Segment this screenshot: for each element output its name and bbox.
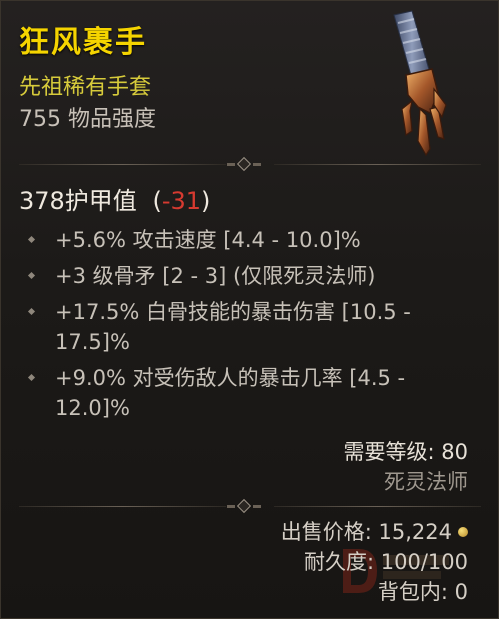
item-header: 狂风裹手 先祖稀有手套 755 物品强度	[19, 23, 379, 135]
bag-count: 背包内: 0	[377, 580, 468, 604]
armor-delta: -31	[161, 187, 202, 215]
armor-delta-open: (	[152, 187, 162, 215]
diamond-bullet-icon	[27, 373, 36, 382]
divider-tick	[253, 163, 261, 166]
affix-item: +9.0% 对受伤敌人的暴击几率 [4.5 - 12.0]%	[25, 363, 475, 423]
divider-tick	[227, 505, 235, 508]
sell-price: 出售价格: 15,224	[280, 520, 452, 544]
durability: 耐久度: 100/100	[304, 550, 468, 574]
diamond-bullet-icon	[27, 271, 36, 280]
item-power: 755 物品强度	[19, 107, 156, 132]
affix-text: +3 级骨矛 [2 - 3] (仅限死灵法师)	[55, 264, 376, 288]
item-type: 先祖稀有手套	[19, 75, 152, 100]
sell-price-row: 出售价格: 15,224	[281, 517, 468, 547]
divider-tick	[227, 163, 235, 166]
divider-line	[19, 164, 226, 165]
gold-coin-icon	[458, 527, 468, 537]
gauntlet-art	[393, 10, 447, 157]
divider-top	[19, 156, 481, 172]
divider-bottom	[19, 498, 481, 514]
affix-text: +5.6% 攻击速度 [4.4 - 10.0]%	[55, 228, 361, 252]
affix-item: +17.5% 白骨技能的暴击伤害 [10.5 - 17.5]%	[25, 297, 475, 357]
affix-item: +5.6% 攻击速度 [4.4 - 10.0]%	[25, 225, 475, 255]
armor-delta-close: )	[201, 187, 211, 215]
divider-line	[274, 164, 481, 165]
divider-tick	[253, 505, 261, 508]
affix-list: +5.6% 攻击速度 [4.4 - 10.0]% +3 级骨矛 [2 - 3] …	[25, 225, 475, 429]
item-name: 狂风裹手	[19, 25, 147, 60]
armor-label: 378护甲值	[19, 187, 137, 215]
armor-value: 378护甲值 (-31)	[19, 185, 210, 217]
divider-line	[19, 506, 226, 507]
diamond-ornament-icon	[236, 498, 252, 514]
required-class: 死灵法师	[384, 470, 468, 494]
diamond-bullet-icon	[27, 235, 36, 244]
item-footer: 出售价格: 15,224 耐久度: 100/100 背包内: 0	[281, 517, 468, 607]
affix-text-continued: 17.5]%	[55, 330, 130, 354]
affix-text: +9.0% 对受伤敌人的暴击几率 [4.5 -	[55, 366, 406, 390]
affix-text: +17.5% 白骨技能的暴击伤害 [10.5 -	[55, 300, 411, 324]
item-tooltip: 狂风裹手 先祖稀有手套 755 物品强度 378护甲值 (-31) +5.6% …	[0, 0, 499, 619]
diamond-ornament-icon	[236, 156, 252, 172]
diamond-bullet-icon	[27, 307, 36, 316]
affix-item: +3 级骨矛 [2 - 3] (仅限死灵法师)	[25, 261, 475, 291]
required-level: 需要等级: 80	[343, 440, 468, 464]
divider-line	[274, 506, 481, 507]
gauntlet-icon	[372, 9, 452, 157]
affix-text-continued: 12.0]%	[55, 396, 130, 420]
requirements: 需要等级: 80 死灵法师	[344, 437, 468, 497]
